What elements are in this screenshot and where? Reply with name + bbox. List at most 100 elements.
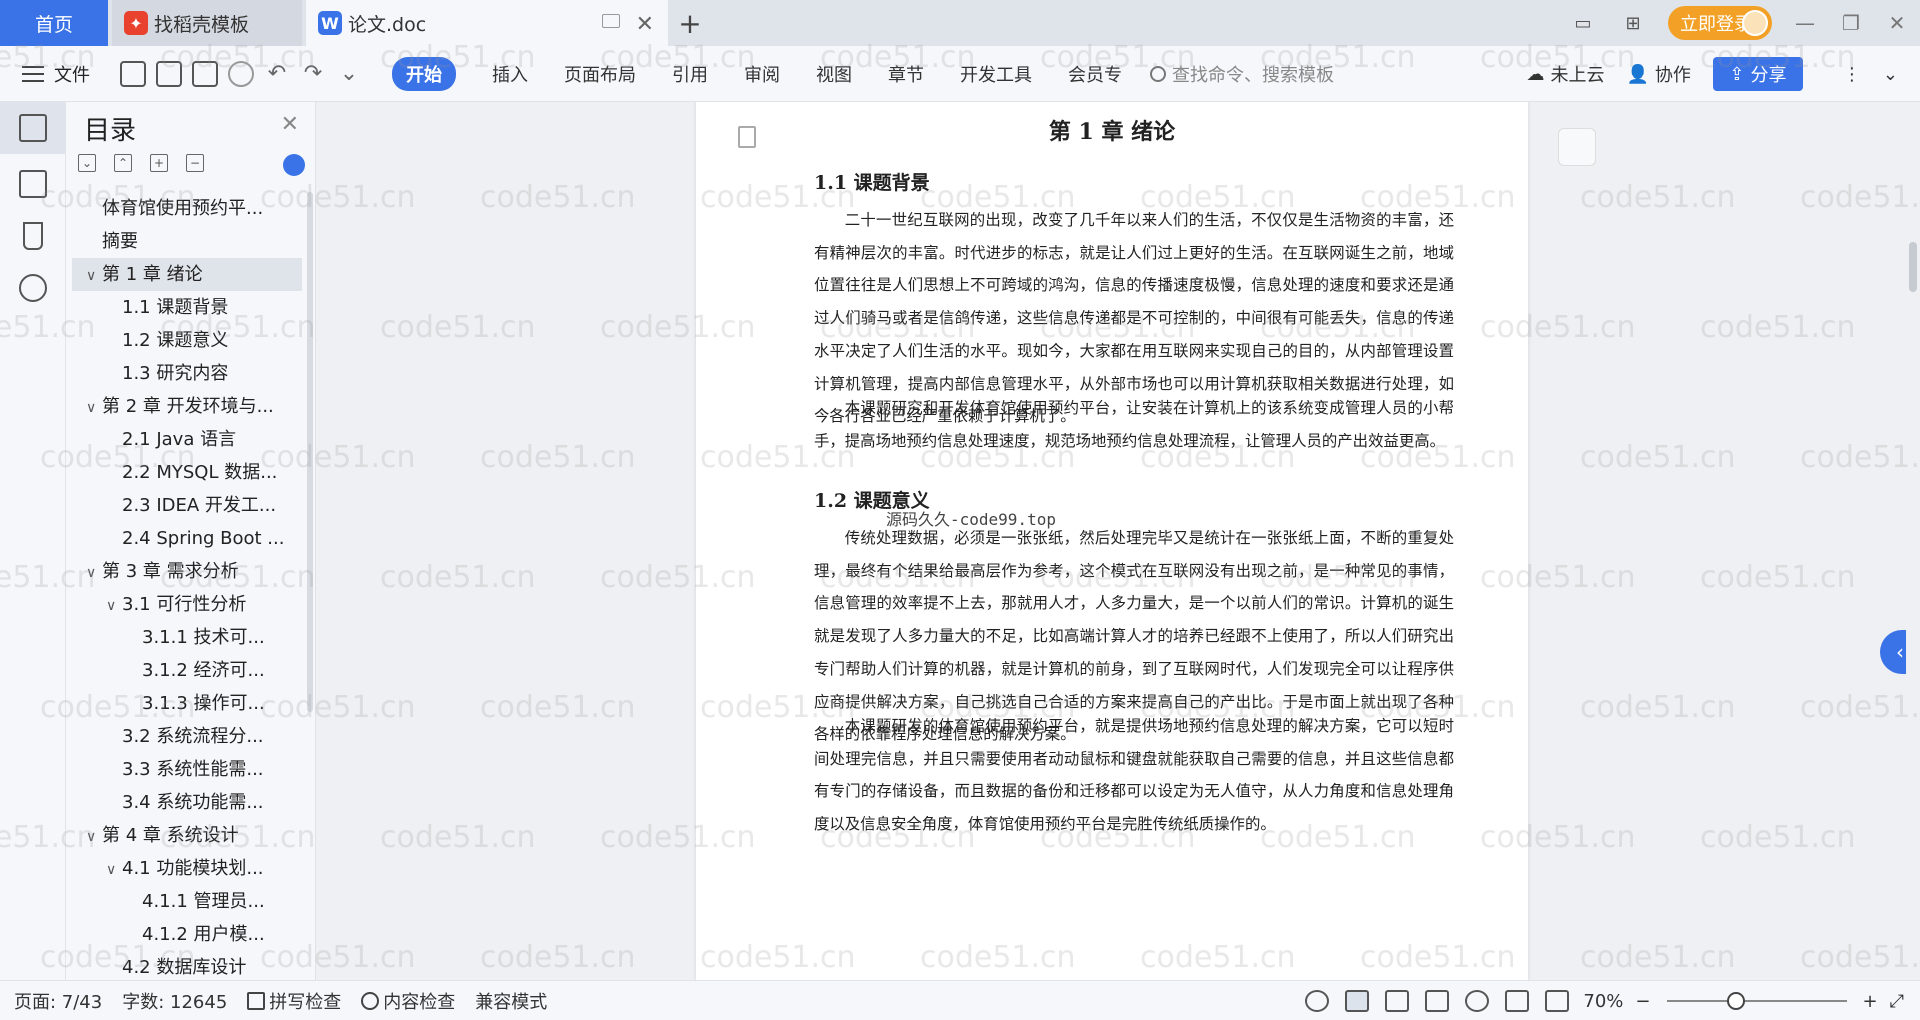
- share-button[interactable]: ⇪ 分享: [1712, 57, 1803, 91]
- tab-chapter[interactable]: 章节: [888, 61, 924, 87]
- content-check[interactable]: 内容检查: [361, 988, 455, 1014]
- tab-references[interactable]: 引用: [672, 61, 708, 87]
- print-icon[interactable]: [192, 60, 218, 87]
- file-menu[interactable]: 文件: [22, 61, 90, 87]
- page-view-icon[interactable]: [1345, 990, 1370, 1012]
- toc-item-label: 3.1.2 经济可...: [142, 660, 265, 681]
- more-dropdown-icon[interactable]: ⌄: [336, 61, 362, 87]
- tab-review[interactable]: 审阅: [744, 61, 780, 87]
- toc-item[interactable]: ∨ 第 1 章 绪论: [72, 258, 302, 291]
- toc-item[interactable]: ∨ 第 4 章 系统设计: [72, 819, 302, 852]
- print-preview-icon[interactable]: [228, 60, 254, 87]
- toc-item[interactable]: 2.1 Java 语言: [72, 423, 302, 456]
- undo-icon[interactable]: ↶: [264, 61, 290, 87]
- close-window-icon[interactable]: ✕: [1874, 0, 1920, 46]
- toc-item[interactable]: 3.2 系统流程分...: [72, 720, 302, 753]
- close-tab-icon[interactable]: ✕: [636, 12, 654, 37]
- toc-item[interactable]: 3.1.1 技术可...: [72, 621, 302, 654]
- content-check-icon: [361, 991, 380, 1010]
- toc-item[interactable]: 3.1.2 经济可...: [72, 654, 302, 687]
- fit-page-icon[interactable]: [1545, 990, 1570, 1012]
- pen-icon[interactable]: [1505, 990, 1530, 1012]
- tab-developer[interactable]: 开发工具: [960, 61, 1032, 87]
- chapter-nav-icon[interactable]: [18, 170, 47, 198]
- tab-page-layout[interactable]: 页面布局: [564, 61, 636, 87]
- toc-item[interactable]: 4.1.1 管理员...: [72, 885, 302, 918]
- assistant-icon[interactable]: [283, 154, 305, 176]
- bookmark-icon[interactable]: [22, 222, 43, 250]
- tab-template[interactable]: ✦ 找稻壳模板: [112, 0, 302, 46]
- toc-item[interactable]: 2.2 MYSQL 数据...: [72, 456, 302, 489]
- command-search[interactable]: 查找命令、搜索模板: [1150, 61, 1334, 87]
- toc-item[interactable]: 1.1 课题背景: [72, 291, 302, 324]
- web-view-icon[interactable]: [1465, 990, 1490, 1012]
- document-page[interactable]: 第 1 章 绪论 1.1 课题背景 二十一世纪互联网的出现，改变了几千年以来人们…: [696, 102, 1528, 980]
- toc-item[interactable]: 2.3 IDEA 开发工...: [72, 489, 302, 522]
- login-button[interactable]: 立即登录: [1668, 6, 1772, 40]
- collapse-ribbon-icon[interactable]: ⌄: [1883, 64, 1898, 85]
- remove-level-icon[interactable]: −: [186, 154, 204, 172]
- chevron-down-icon[interactable]: ∨: [106, 854, 122, 885]
- restore-icon[interactable]: ❐: [1828, 0, 1874, 46]
- word-count[interactable]: 字数: 12645: [122, 988, 227, 1014]
- tab-document[interactable]: W 论文.doc ✕: [306, 0, 668, 46]
- tab-home[interactable]: 首页: [0, 0, 108, 46]
- toc-item[interactable]: 3.4 系统功能需...: [72, 786, 302, 819]
- more-icon[interactable]: ⋮: [1843, 64, 1861, 85]
- toc-close-icon[interactable]: ✕: [281, 112, 299, 137]
- zoom-out-icon[interactable]: −: [1635, 991, 1650, 1012]
- toc-item[interactable]: 2.4 Spring Boot ...: [72, 522, 302, 555]
- apps-grid-icon[interactable]: ⊞: [1618, 10, 1648, 36]
- spell-check[interactable]: 拼写检查: [247, 988, 341, 1014]
- chevron-down-icon[interactable]: ∨: [106, 590, 122, 621]
- toc-item[interactable]: 4.2 数据库设计: [72, 951, 302, 982]
- chevron-down-icon[interactable]: ∨: [86, 821, 102, 852]
- toc-item[interactable]: 3.3 系统性能需...: [72, 753, 302, 786]
- read-mode-icon[interactable]: [1425, 990, 1450, 1012]
- toc-item[interactable]: 1.3 研究内容: [72, 357, 302, 390]
- collab-button[interactable]: 👤 协作: [1626, 61, 1690, 87]
- add-level-icon[interactable]: +: [150, 154, 168, 172]
- chevron-down-icon[interactable]: ∨: [86, 557, 102, 588]
- vertical-scrollbar[interactable]: [1906, 102, 1920, 980]
- zoom-slider[interactable]: [1666, 992, 1847, 1010]
- new-tab-button[interactable]: +: [668, 0, 712, 46]
- toc-item[interactable]: ∨ 第 3 章 需求分析: [72, 555, 302, 588]
- window-pin-icon[interactable]: [602, 14, 620, 28]
- toc-scrollbar[interactable]: [307, 192, 313, 712]
- zoom-slider-knob[interactable]: [1726, 992, 1745, 1010]
- redo-icon[interactable]: ↷: [300, 61, 326, 87]
- tab-insert[interactable]: 插入: [492, 61, 528, 87]
- toc-item[interactable]: 体育馆使用预约平...: [72, 192, 302, 225]
- tab-member[interactable]: 会员专: [1068, 61, 1122, 87]
- toc-item[interactable]: 3.1.3 操作可...: [72, 687, 302, 720]
- toc-item[interactable]: 1.2 课题意义: [72, 324, 302, 357]
- save-icon[interactable]: [120, 60, 146, 87]
- zoom-level[interactable]: 70%: [1583, 991, 1623, 1012]
- minimize-icon[interactable]: —: [1782, 0, 1828, 46]
- toc-item[interactable]: ∨ 3.1 可行性分析: [72, 588, 302, 621]
- toc-item[interactable]: ∨ 4.1 功能模块划...: [72, 852, 302, 885]
- rail-toc-button[interactable]: [0, 102, 65, 154]
- zoom-in-icon[interactable]: +: [1863, 991, 1878, 1012]
- chevron-down-icon[interactable]: ∨: [86, 392, 102, 423]
- layout-icon[interactable]: ▭: [1568, 10, 1598, 36]
- toc-item[interactable]: 4.1.2 用户模...: [72, 918, 302, 951]
- tab-home-ribbon[interactable]: 开始: [392, 56, 456, 91]
- page-fold-icon[interactable]: [1558, 128, 1596, 166]
- fullscreen-icon[interactable]: ⤢: [1890, 991, 1904, 1012]
- tab-view[interactable]: 视图: [816, 61, 852, 87]
- expand-icon[interactable]: ⌄: [78, 154, 96, 172]
- cloud-status[interactable]: ☁ 未上云: [1526, 61, 1604, 87]
- toc-item[interactable]: ∨ 第 2 章 开发环境与...: [72, 390, 302, 423]
- chevron-down-icon[interactable]: ∨: [86, 260, 102, 291]
- page-indicator[interactable]: 页面: 7/43: [14, 988, 102, 1014]
- toc-item-label: 第 4 章 系统设计: [102, 825, 239, 846]
- search-panel-icon[interactable]: [18, 274, 47, 302]
- toc-item[interactable]: 摘要: [72, 225, 302, 258]
- export-pdf-icon[interactable]: [156, 60, 182, 87]
- eye-protect-icon[interactable]: [1305, 990, 1330, 1012]
- collapse-icon[interactable]: ⌃: [114, 154, 132, 172]
- outline-view-icon[interactable]: [1385, 990, 1410, 1012]
- scroll-thumb[interactable]: [1909, 242, 1917, 292]
